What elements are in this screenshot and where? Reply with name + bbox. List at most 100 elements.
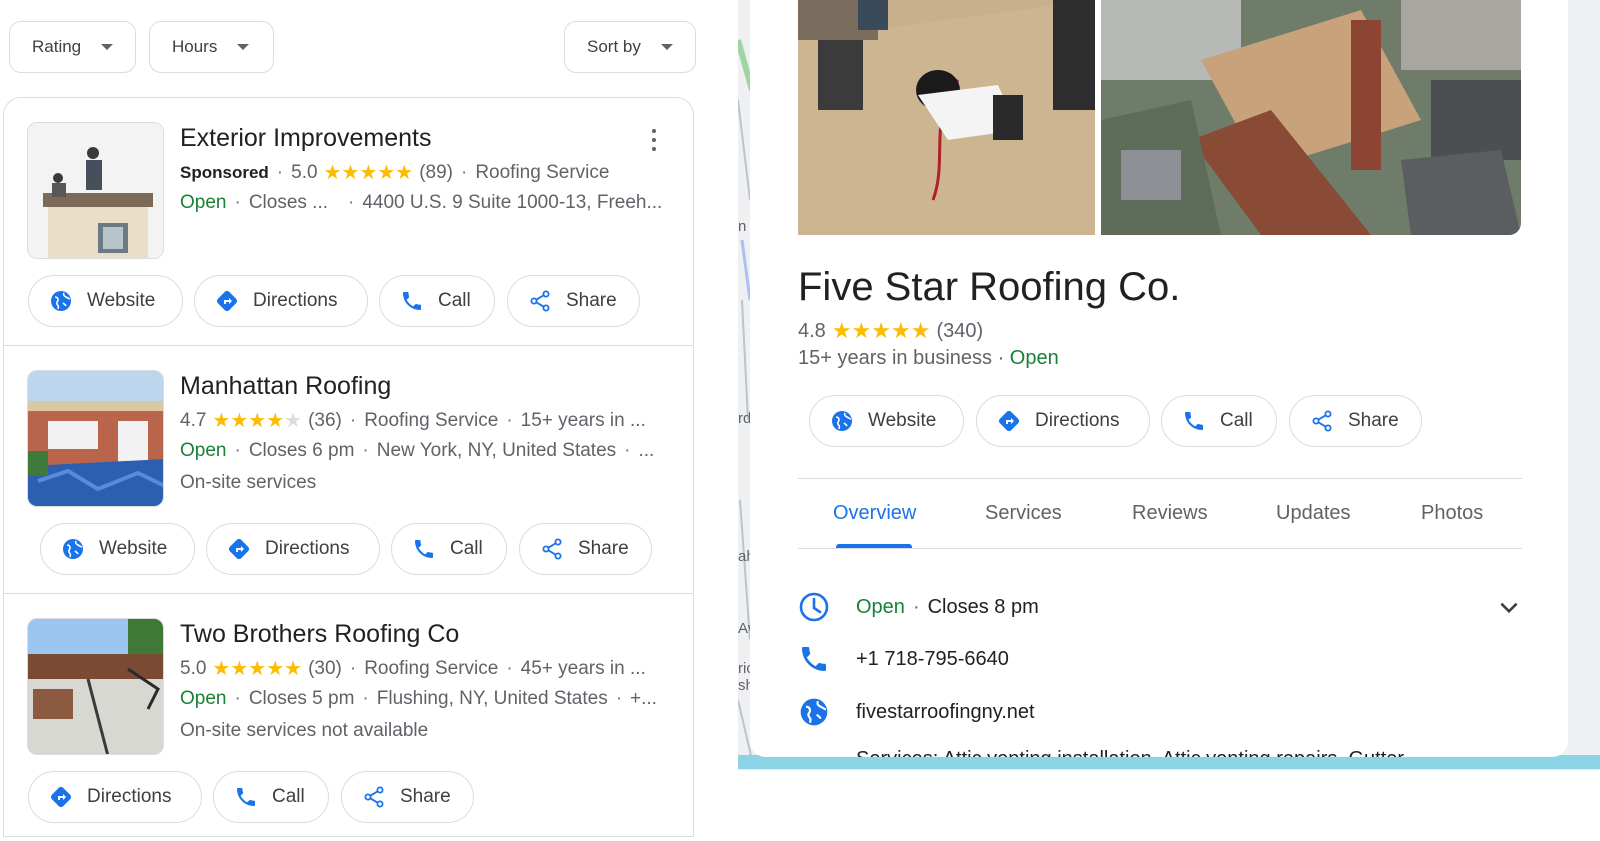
place-years-status: 15+ years in business · Open [798, 347, 1059, 369]
call-button[interactable]: Call [379, 275, 495, 327]
phone-row[interactable]: +1 718-795-6640 [798, 639, 1522, 679]
review-count[interactable]: (36) [308, 410, 342, 432]
result-meta: 4.7 ★★★★★ (36) · Roofing Service · 15+ y… [180, 409, 646, 433]
call-label: Call [1220, 410, 1253, 431]
hours-text: Closes 8 pm [927, 595, 1039, 618]
map-label: n [738, 218, 747, 235]
phone-number: +1 718-795-6640 [856, 647, 1009, 670]
roofers-photo [28, 123, 163, 258]
rating-filter-chip[interactable]: Rating [9, 21, 136, 73]
rooftop-photo [28, 619, 163, 754]
years-in-business: 45+ years in ... [520, 657, 646, 679]
address: 4400 U.S. 9 Suite 1000-13, Freeh... [362, 192, 663, 213]
website-row[interactable]: fivestarroofingny.net [798, 692, 1522, 732]
directions-icon [50, 786, 72, 808]
hours-filter-chip[interactable]: Hours [149, 21, 274, 73]
tab-overview[interactable]: Overview [833, 502, 916, 525]
hours-row[interactable]: Open · Closes 8 pm [798, 587, 1522, 627]
rating-filter-label: Rating [32, 37, 82, 56]
directions-icon [998, 410, 1020, 432]
call-button[interactable]: Call [391, 523, 507, 575]
website-button[interactable]: Website [28, 275, 183, 327]
tabs-top-divider [798, 478, 1522, 479]
address-more: +... [630, 688, 657, 709]
result-card[interactable]: Manhattan Roofing 4.7 ★★★★★ (36) · Roofi… [4, 346, 693, 593]
open-status: Open [180, 192, 227, 213]
directions-label: Directions [253, 290, 338, 311]
share-button[interactable]: Share [341, 771, 474, 823]
clock-icon [799, 592, 829, 622]
website-button[interactable]: Website [40, 523, 195, 575]
tab-reviews[interactable]: Reviews [1132, 502, 1208, 525]
service-note-text: On-site services not available [180, 720, 429, 741]
chevron-down-icon[interactable] [1496, 595, 1522, 621]
caret-down-icon [101, 44, 114, 50]
result-thumbnail[interactable] [27, 370, 164, 507]
result-title[interactable]: Two Brothers Roofing Co [180, 620, 459, 649]
share-label: Share [400, 786, 451, 807]
tab-photos[interactable]: Photos [1421, 502, 1483, 525]
phone-icon [403, 292, 421, 310]
globe-icon [63, 539, 83, 559]
sort-by-label: Sort by [587, 37, 641, 56]
website-button[interactable]: Website [809, 395, 964, 447]
phone-icon [237, 788, 255, 806]
place-detail-panel: Five Star Roofing Co. 4.8 ★★★★★ (340) 15… [750, 0, 1568, 757]
directions-icon [228, 538, 250, 560]
website-url: fivestarroofingny.net [856, 700, 1035, 723]
hours-text: Closes ... [248, 192, 329, 213]
result-meta: 5.0 ★★★★★ (30) · Roofing Service · 45+ y… [180, 657, 646, 681]
review-count[interactable]: (89) [419, 162, 453, 184]
result-card[interactable]: Two Brothers Roofing Co 5.0 ★★★★★ (30) ·… [4, 594, 693, 841]
result-thumbnail[interactable] [27, 122, 164, 259]
globe-icon [51, 291, 71, 311]
aerial-house-photo [1101, 0, 1521, 235]
share-button[interactable]: Share [519, 523, 652, 575]
result-thumbnail[interactable] [27, 618, 164, 755]
website-label: Website [868, 410, 937, 431]
rating-value: 5.0 [180, 657, 207, 679]
directions-label: Directions [265, 538, 350, 559]
address: New York, NY, United States [376, 440, 617, 461]
share-label: Share [566, 290, 617, 311]
years-in-business: 15+ years in ... [520, 409, 646, 431]
tab-updates[interactable]: Updates [1276, 502, 1351, 525]
review-count[interactable]: (340) [936, 320, 983, 343]
call-button[interactable]: Call [213, 771, 329, 823]
star-rating: ★★★★★ [212, 410, 303, 432]
directions-button[interactable]: Directions [194, 275, 368, 327]
share-button[interactable]: Share [507, 275, 640, 327]
share-button[interactable]: Share [1289, 395, 1422, 447]
directions-icon [216, 290, 238, 312]
sort-by-chip[interactable]: Sort by [564, 21, 696, 73]
phone-icon [802, 647, 826, 671]
result-title[interactable]: Manhattan Roofing [180, 372, 391, 401]
services-summary: Services: Attic venting installation, At… [856, 748, 1404, 757]
phone-icon [1185, 412, 1203, 430]
result-card[interactable]: Exterior Improvements Sponsored · 5.0 ★★… [4, 98, 693, 345]
directions-label: Directions [1035, 410, 1120, 431]
more-options-icon[interactable] [650, 129, 658, 151]
call-button[interactable]: Call [1161, 395, 1277, 447]
hours-filter-label: Hours [172, 37, 218, 56]
result-title[interactable]: Exterior Improvements [180, 124, 431, 153]
years-in-business: 15+ years in business [798, 347, 993, 369]
results-list: Exterior Improvements Sponsored · 5.0 ★★… [3, 97, 694, 837]
place-photo[interactable] [1101, 0, 1521, 235]
directions-button[interactable]: Directions [206, 523, 380, 575]
tabs-bottom-divider [798, 548, 1522, 549]
tab-services[interactable]: Services [985, 502, 1062, 525]
service-note-text: On-site services [180, 472, 317, 493]
directions-button[interactable]: Directions [28, 771, 202, 823]
share-icon [530, 290, 550, 312]
map-water [738, 755, 1600, 769]
share-label: Share [1348, 410, 1399, 431]
place-photo[interactable] [798, 0, 1095, 235]
directions-button[interactable]: Directions [976, 395, 1150, 447]
address-more: ... [638, 440, 655, 461]
share-icon [542, 538, 562, 560]
review-count[interactable]: (30) [308, 658, 342, 680]
category: Roofing Service [364, 409, 499, 431]
address: Flushing, NY, United States [376, 688, 608, 709]
call-label: Call [272, 786, 305, 807]
